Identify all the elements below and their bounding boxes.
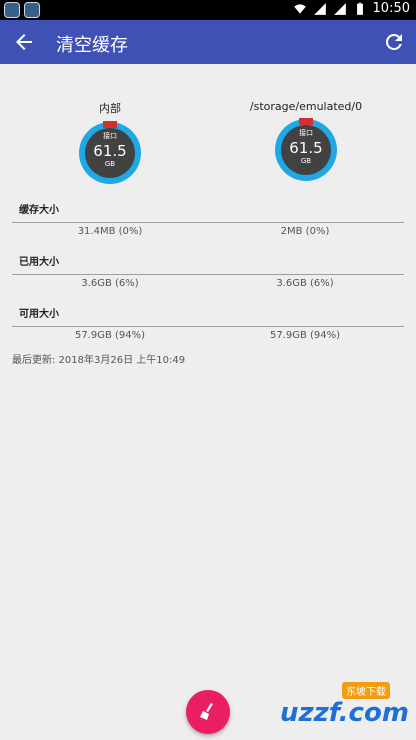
clean-cache-button[interactable] bbox=[186, 690, 230, 734]
watermark-badge: 东坡下载 bbox=[342, 682, 390, 699]
cache-value-internal: 31.4MB (0%) bbox=[77, 226, 143, 237]
storage-gauge: 接口 61.5 GB bbox=[79, 121, 141, 184]
storage-name: /storage/emulated/0 bbox=[249, 100, 363, 113]
broom-icon bbox=[200, 703, 213, 720]
section-header: 缓存大小 bbox=[19, 205, 59, 216]
gauge-unit: GB bbox=[104, 160, 116, 168]
storage-name: 内部 bbox=[99, 102, 121, 115]
section-header: 可用大小 bbox=[19, 309, 59, 320]
gauge-marker bbox=[103, 121, 117, 128]
free-value-internal: 57.9GB (94%) bbox=[74, 330, 146, 341]
cache-value-emulated: 2MB (0%) bbox=[280, 226, 330, 237]
status-time: 10:50 bbox=[372, 1, 410, 16]
cache-size-section: 缓存大小 31.4MB (0%) 2MB (0%) bbox=[12, 201, 404, 239]
last-updated-text: 最后更新: 2018年3月26日 上午10:49 bbox=[12, 355, 186, 366]
back-arrow-icon[interactable] bbox=[12, 30, 36, 54]
storage-gauge: 接口 61.5 GB bbox=[275, 118, 337, 181]
status-bar: 10:50 bbox=[0, 0, 416, 20]
gauge-value: 61.5 bbox=[93, 142, 127, 160]
battery-icon bbox=[356, 2, 363, 15]
notification-app-icon bbox=[24, 2, 40, 18]
app-bar: 清空缓存 bbox=[0, 20, 416, 64]
gauge-value: 61.5 bbox=[289, 139, 323, 157]
free-size-section: 可用大小 57.9GB (94%) 57.9GB (94%) bbox=[12, 305, 404, 343]
used-size-section: 已用大小 3.6GB (6%) 3.6GB (6%) bbox=[12, 253, 404, 291]
signal-icon bbox=[333, 2, 346, 15]
free-value-emulated: 57.9GB (94%) bbox=[269, 330, 341, 341]
gauge-tag: 接口 bbox=[299, 129, 313, 137]
used-value-emulated: 3.6GB (6%) bbox=[276, 278, 334, 289]
page-title: 清空缓存 bbox=[56, 35, 128, 56]
gauge-tag: 接口 bbox=[103, 132, 117, 140]
section-header: 已用大小 bbox=[19, 257, 59, 268]
storage-internal: 内部 接口 61.5 GB bbox=[60, 100, 160, 184]
signal-icon bbox=[313, 2, 326, 15]
gauge-unit: GB bbox=[300, 157, 312, 165]
used-value-internal: 3.6GB (6%) bbox=[81, 278, 139, 289]
storage-emulated: /storage/emulated/0 接口 61.5 GB bbox=[236, 100, 376, 181]
watermark: 东坡下载 uzzf.com bbox=[236, 676, 412, 738]
wifi-icon bbox=[293, 3, 306, 14]
notification-app-icon bbox=[4, 2, 20, 18]
gauge-marker bbox=[299, 118, 313, 125]
refresh-icon[interactable] bbox=[382, 30, 406, 54]
watermark-logo: uzzf.com bbox=[280, 698, 409, 728]
